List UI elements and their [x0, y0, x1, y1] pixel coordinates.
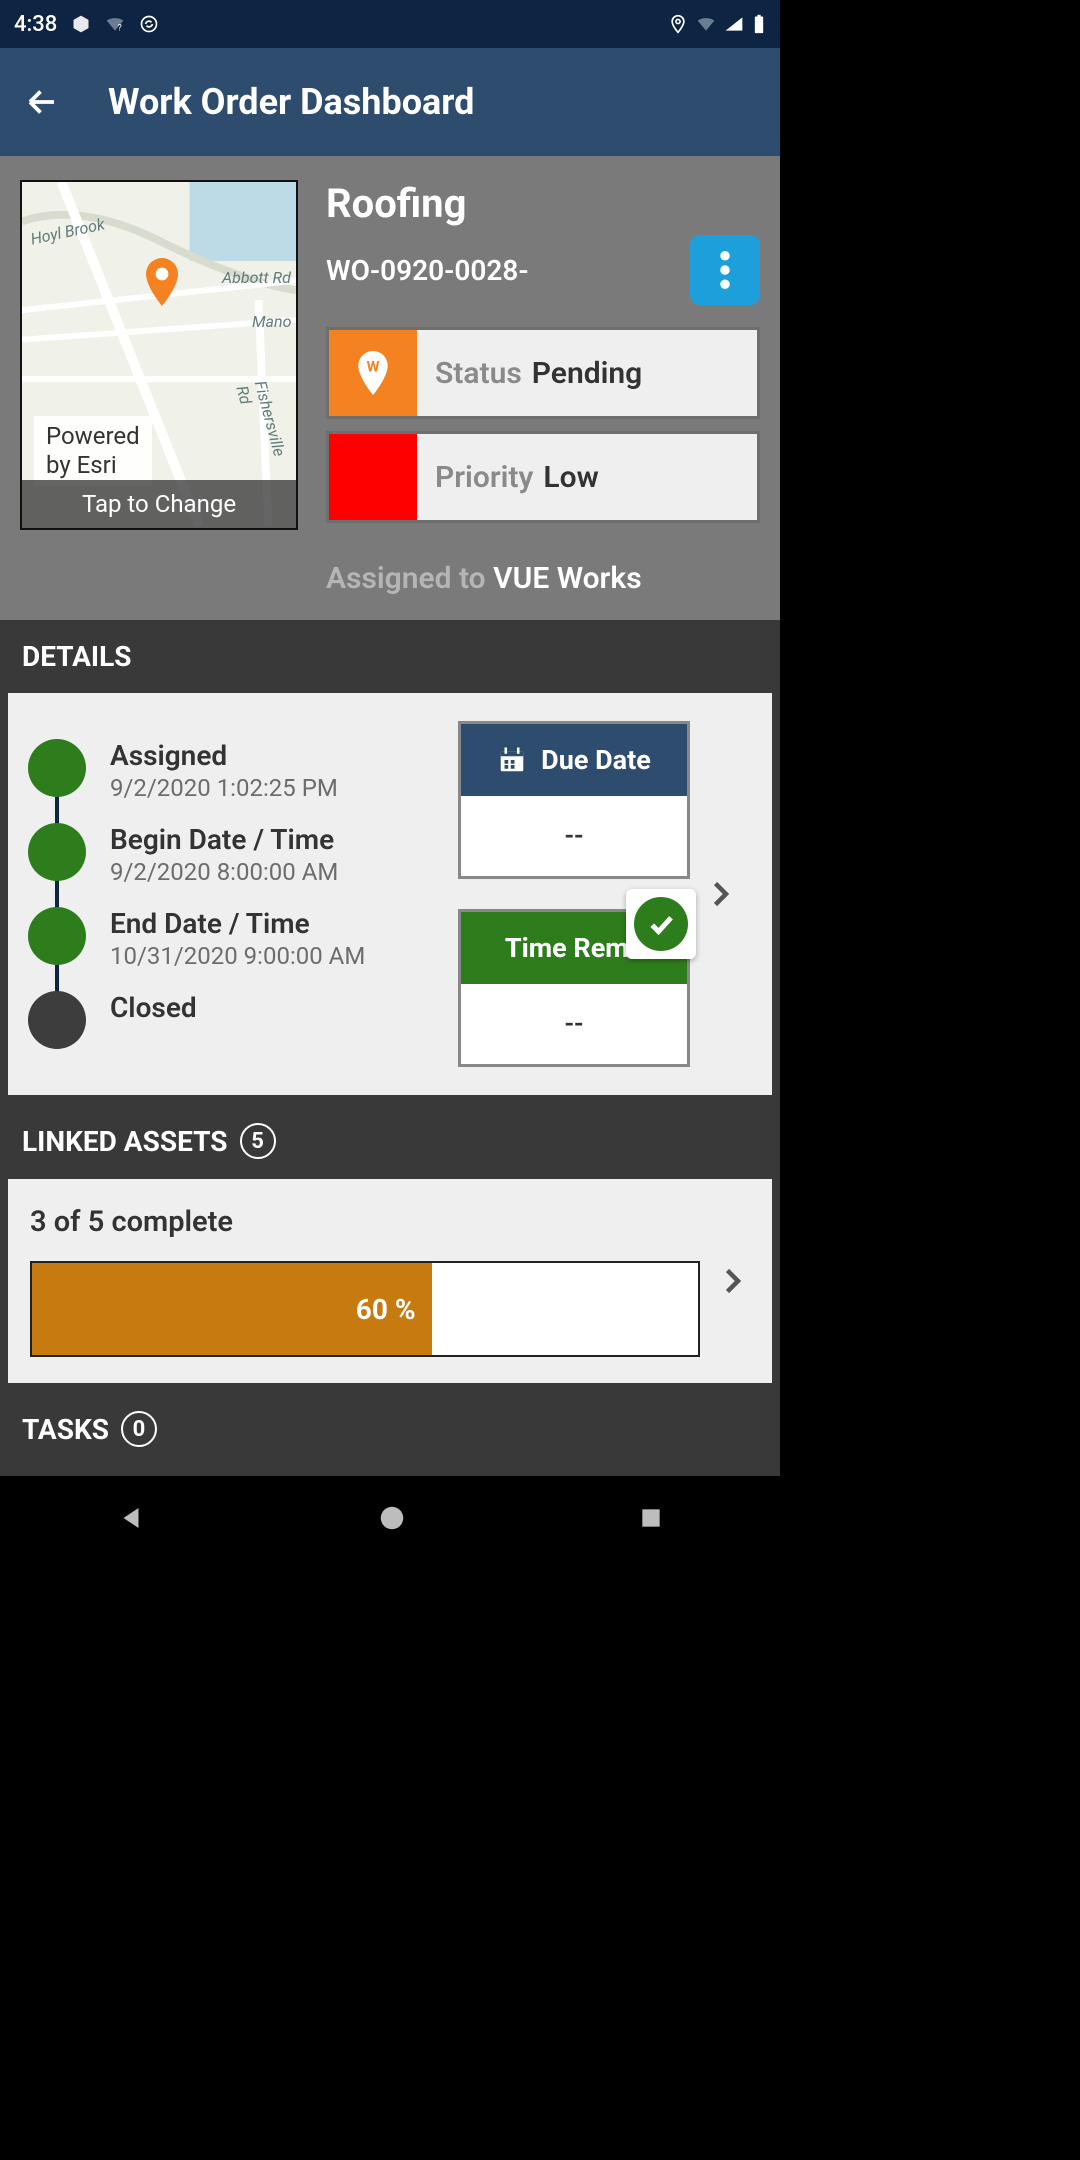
time-remaining-value: --: [461, 984, 687, 1064]
calendar-icon: [497, 745, 527, 775]
package-icon: [71, 14, 91, 34]
work-order-id: WO-0920-0028-: [326, 254, 529, 287]
timeline: Assigned9/2/2020 1:02:25 PM Begin Date /…: [28, 739, 458, 1049]
status-pill[interactable]: W Status Pending: [326, 327, 760, 419]
page-title: Work Order Dashboard: [108, 81, 474, 123]
priority-value: Low: [543, 460, 598, 495]
nav-recents-icon[interactable]: [638, 1505, 664, 1531]
linked-assets-heading: LINKED ASSETS 5: [0, 1103, 780, 1179]
complete-badge[interactable]: [626, 889, 696, 959]
due-date-box: Due Date --: [458, 721, 690, 879]
linked-assets-card[interactable]: 3 of 5 complete 60 %: [8, 1179, 772, 1383]
location-icon: [668, 14, 688, 34]
more-actions-button[interactable]: [690, 235, 760, 305]
progress-bar: 60 %: [30, 1261, 700, 1357]
due-date-value: --: [461, 796, 687, 876]
svg-text:?: ?: [118, 24, 122, 34]
chevron-right-icon: [714, 1263, 750, 1299]
timeline-dot-icon: [28, 823, 86, 881]
battery-icon: [752, 14, 766, 34]
details-heading: DETAILS: [0, 620, 780, 693]
map-pin-icon: [142, 258, 182, 306]
nav-home-icon[interactable]: [377, 1503, 407, 1533]
check-icon: [646, 909, 676, 939]
app-bar: Work Order Dashboard: [0, 48, 780, 156]
map-attribution: Powered by Esri: [34, 416, 152, 486]
back-icon[interactable]: [24, 84, 60, 120]
map-tap-label: Tap to Change: [22, 480, 296, 528]
sync-off-icon: [139, 14, 159, 34]
map-thumbnail[interactable]: Hoyl Brook Abbott Rd Mano Fishersville R…: [20, 180, 298, 530]
svg-text:W: W: [367, 358, 380, 376]
status-icon-box: W: [329, 330, 417, 416]
more-vertical-icon: [720, 251, 730, 289]
priority-label: Priority: [435, 460, 533, 495]
clock: 4:38: [14, 12, 57, 37]
timeline-dot-icon: [28, 991, 86, 1049]
tasks-count-badge: 0: [121, 1411, 157, 1447]
signal-icon: [724, 14, 744, 34]
priority-icon-box: [329, 434, 417, 520]
status-label: Status: [435, 356, 522, 391]
wifi-weak-icon: ?: [105, 14, 125, 34]
status-value: Pending: [532, 356, 642, 391]
work-order-title: Roofing: [326, 180, 760, 227]
assigned-to: Assigned to VUE Works: [326, 561, 760, 596]
timeline-dot-icon: [28, 739, 86, 797]
priority-pill[interactable]: Priority Low: [326, 431, 760, 523]
nav-back-icon[interactable]: [116, 1503, 146, 1533]
work-pin-icon: W: [355, 351, 391, 395]
timeline-dot-icon: [28, 907, 86, 965]
details-card[interactable]: Assigned9/2/2020 1:02:25 PM Begin Date /…: [8, 693, 772, 1095]
progress-fill: 60 %: [32, 1263, 432, 1355]
wifi-icon: [696, 14, 716, 34]
assets-count-badge: 5: [240, 1123, 276, 1159]
tasks-heading: TASKS 0: [0, 1391, 780, 1447]
assets-progress-text: 3 of 5 complete: [30, 1205, 702, 1239]
android-nav-bar: [0, 1476, 780, 1560]
status-bar: 4:38 ?: [0, 0, 780, 48]
work-order-summary: Hoyl Brook Abbott Rd Mano Fishersville R…: [0, 156, 780, 620]
chevron-right-icon: [702, 876, 738, 912]
